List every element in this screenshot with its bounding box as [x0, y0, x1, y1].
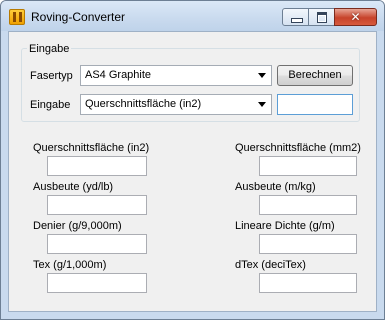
- close-button[interactable]: ✕: [334, 8, 377, 26]
- tex-label: Tex (g/1,000m): [33, 259, 107, 271]
- input-value-field[interactable]: [277, 94, 353, 115]
- dtex-field[interactable]: [259, 273, 357, 293]
- input-type-value: Querschnittsfläche (in2): [85, 98, 202, 110]
- yield-yd-lb-field[interactable]: [47, 195, 147, 215]
- tex-field[interactable]: [47, 273, 147, 293]
- app-window: Roving-Converter ✕ Eingabe Fasertyp AS4 …: [0, 0, 385, 320]
- cross-section-in2-label: Querschnittsfläche (in2): [33, 142, 150, 154]
- fiber-type-value: AS4 Graphite: [85, 69, 152, 81]
- cross-section-in2-field[interactable]: [47, 156, 147, 176]
- denier-field[interactable]: [47, 234, 147, 254]
- title-bar[interactable]: Roving-Converter ✕: [1, 1, 384, 31]
- yield-m-kg-label: Ausbeute (m/kg): [235, 181, 316, 193]
- minimize-icon: [291, 18, 303, 23]
- denier-label: Denier (g/9,000m): [33, 220, 122, 232]
- input-type-dropdown[interactable]: Querschnittsfläche (in2): [80, 94, 272, 115]
- app-icon[interactable]: [9, 9, 25, 25]
- linear-density-field[interactable]: [259, 234, 357, 254]
- fiber-type-dropdown[interactable]: AS4 Graphite: [80, 65, 272, 86]
- calculate-button[interactable]: Berechnen: [277, 65, 353, 86]
- yield-yd-lb-label: Ausbeute (yd/lb): [33, 181, 114, 193]
- window-title: Roving-Converter: [31, 10, 126, 24]
- linear-density-label: Lineare Dichte (g/m): [235, 220, 335, 232]
- chevron-down-icon: [258, 102, 266, 107]
- fiber-type-label: Fasertyp: [30, 70, 73, 82]
- minimize-button[interactable]: [282, 8, 309, 26]
- input-group-legend: Eingabe: [27, 43, 72, 55]
- cross-section-mm2-label: Querschnittsfläche (mm2): [235, 142, 361, 154]
- dtex-label: dTex (deciTex): [235, 259, 306, 271]
- yield-m-kg-field[interactable]: [259, 195, 357, 215]
- maximize-button[interactable]: [308, 8, 335, 26]
- close-icon: ✕: [350, 10, 361, 24]
- cross-section-mm2-field[interactable]: [259, 156, 357, 176]
- input-type-label: Eingabe: [30, 99, 71, 111]
- client-area: Eingabe Fasertyp AS4 Graphite Berechnen …: [8, 31, 377, 312]
- maximize-icon: [317, 12, 327, 23]
- chevron-down-icon: [258, 73, 266, 78]
